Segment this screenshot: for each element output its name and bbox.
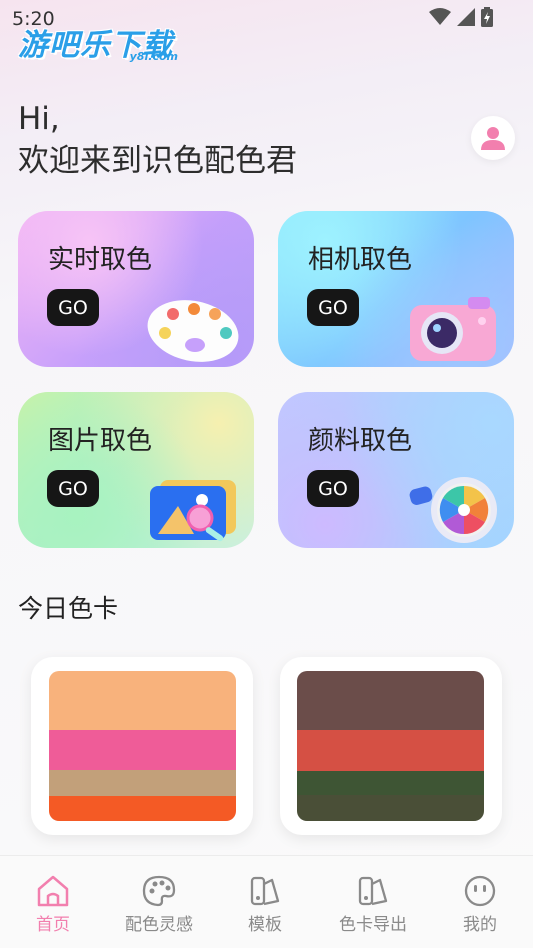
tab-label: 色卡导出 [339, 915, 407, 935]
wifi-icon [429, 8, 451, 25]
card-title: 图片取色 [48, 426, 153, 456]
tab-swatch-export[interactable]: 色卡导出 [320, 874, 426, 944]
swatch-stripe [49, 730, 236, 770]
tab-label: 首页 [36, 915, 70, 935]
swatch-stack [49, 671, 236, 821]
tab-mine[interactable]: 我的 [427, 874, 533, 944]
card-paint-pick[interactable]: 颜料取色 GO [278, 392, 514, 548]
card-title: 相机取色 [308, 245, 413, 275]
user-icon [481, 127, 505, 150]
swatch-card[interactable] [280, 657, 502, 835]
swatch-stripe [297, 671, 484, 730]
swatch-stack [297, 671, 484, 821]
color-wheel-icon [409, 477, 497, 543]
card-realtime-pick[interactable]: 实时取色 GO [18, 211, 254, 367]
profile-avatar-button[interactable] [471, 116, 515, 160]
card-image-pick[interactable]: 图片取色 GO [18, 392, 254, 548]
signal-icon [457, 8, 475, 26]
tab-home[interactable]: 首页 [0, 874, 106, 944]
today-swatch-title: 今日色卡 [18, 594, 119, 623]
swatch-stripe [297, 730, 484, 771]
bottom-tab-bar: 首页 配色灵感 模板 色卡导出 我的 [0, 855, 533, 948]
tab-label: 模板 [248, 915, 282, 935]
greeting: Hi, 欢迎来到识色配色君 [18, 98, 297, 182]
watermark-sub: y8l.com [129, 50, 178, 63]
swatch-stripe [49, 770, 236, 796]
go-button[interactable]: GO [47, 289, 99, 326]
tab-label: 配色灵感 [125, 915, 193, 935]
swatch-stripe [49, 671, 236, 730]
greeting-hi: Hi, [18, 101, 60, 137]
greeting-welcome: 欢迎来到识色配色君 [18, 143, 297, 179]
smiley-icon [464, 875, 496, 907]
template-icon [250, 876, 280, 906]
swatch-stripe [297, 795, 484, 821]
card-title: 颜料取色 [308, 426, 413, 456]
image-icon [150, 480, 236, 542]
tab-label: 我的 [463, 915, 497, 935]
swatch-export-icon [358, 876, 388, 906]
home-icon [37, 875, 69, 907]
swatch-card[interactable] [31, 657, 253, 835]
swatch-stripe [297, 771, 484, 795]
status-icons [429, 7, 493, 27]
tab-template[interactable]: 模板 [212, 874, 318, 944]
camera-icon [410, 297, 496, 361]
go-button[interactable]: GO [307, 289, 359, 326]
card-title: 实时取色 [48, 245, 153, 275]
watermark-logo: 游吧乐下载 y8l.com [18, 20, 188, 68]
go-button[interactable]: GO [307, 470, 359, 507]
battery-icon [481, 7, 493, 27]
palette-icon [142, 875, 176, 907]
tab-inspiration[interactable]: 配色灵感 [106, 874, 212, 944]
swatch-stripe [49, 796, 236, 821]
card-camera-pick[interactable]: 相机取色 GO [278, 211, 514, 367]
go-button[interactable]: GO [47, 470, 99, 507]
palette-icon [147, 300, 239, 362]
